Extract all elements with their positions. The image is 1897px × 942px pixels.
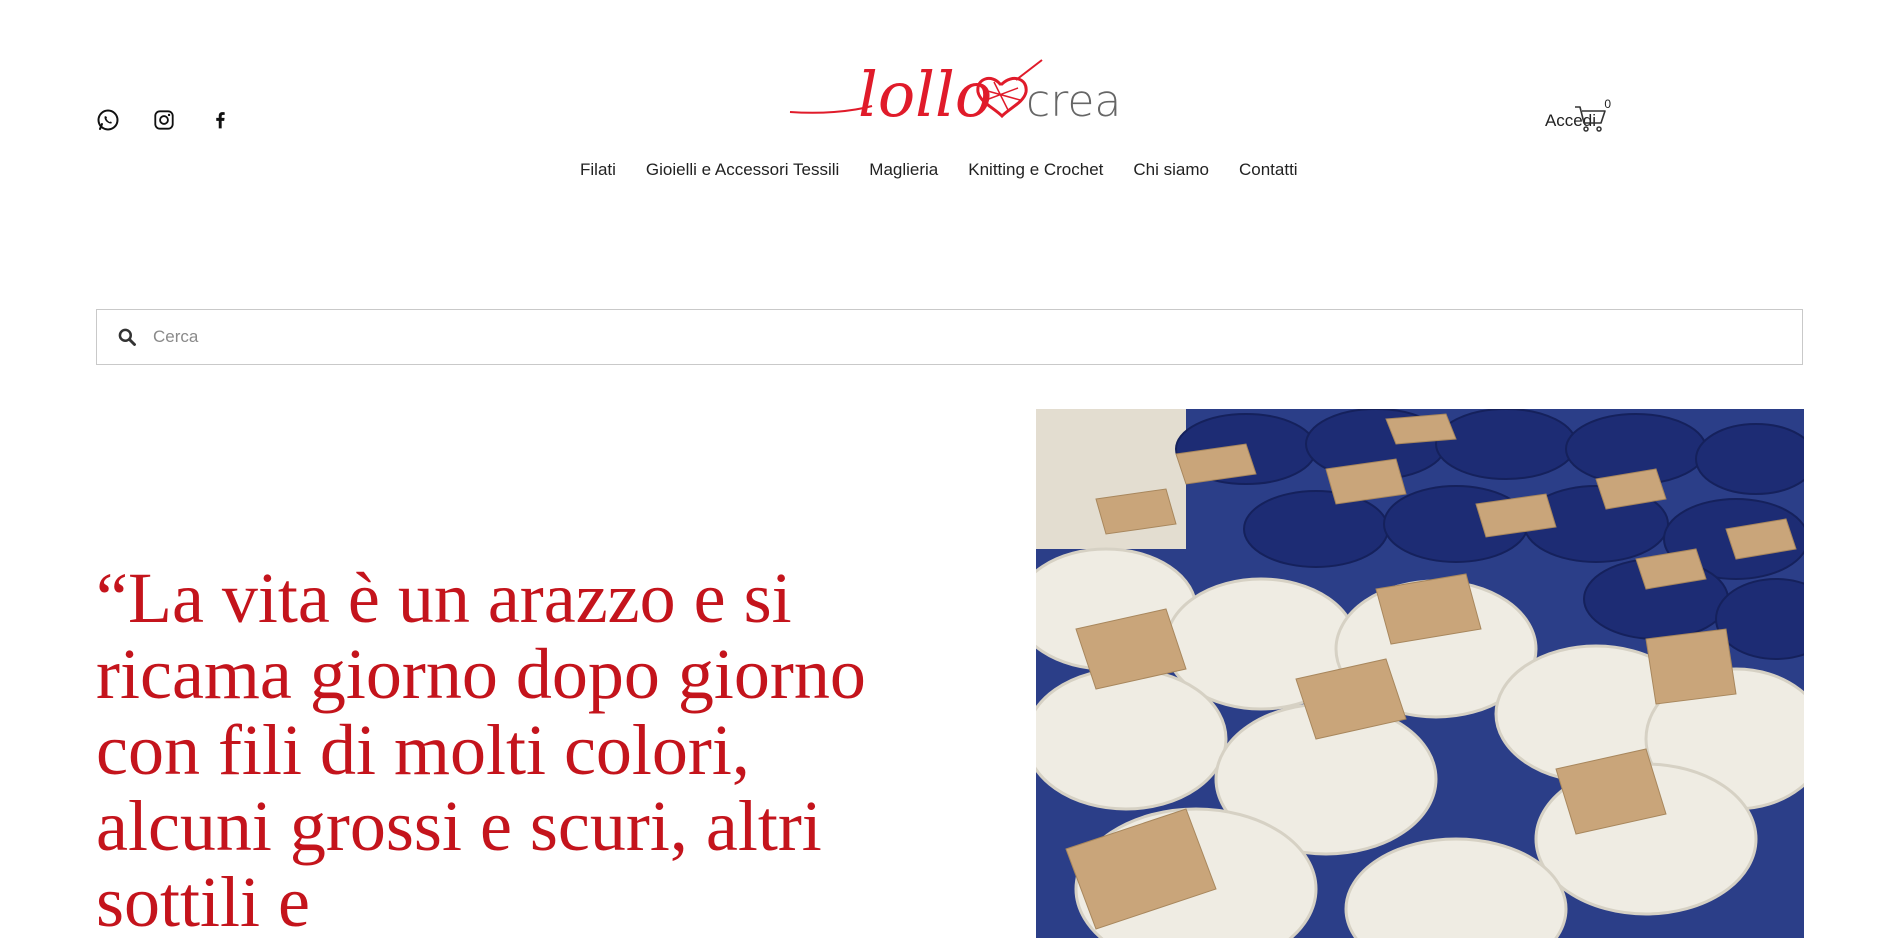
hero-quote: “La vita è un arazzo e si ricama giorno … bbox=[96, 558, 866, 942]
logo-text-lollo: lollo bbox=[858, 58, 992, 128]
hero-yarn-image bbox=[1036, 409, 1804, 938]
social-links bbox=[96, 108, 232, 132]
whatsapp-icon[interactable] bbox=[96, 108, 120, 132]
nav-item-maglieria[interactable]: Maglieria bbox=[869, 160, 938, 180]
search-input[interactable] bbox=[151, 326, 1755, 348]
nav-item-filati[interactable]: Filati bbox=[580, 160, 616, 180]
main-nav: Filati Gioielli e Accessori Tessili Magl… bbox=[580, 160, 1298, 180]
site-logo[interactable]: lollo crea bbox=[780, 48, 1121, 131]
search-bar bbox=[96, 309, 1803, 365]
nav-item-gioielli[interactable]: Gioielli e Accessori Tessili bbox=[646, 160, 839, 180]
nav-item-contatti[interactable]: Contatti bbox=[1239, 160, 1298, 180]
logo-text-crea: crea bbox=[1026, 76, 1120, 127]
nav-item-knitting[interactable]: Knitting e Crochet bbox=[968, 160, 1103, 180]
instagram-icon[interactable] bbox=[152, 108, 176, 132]
nav-item-chi-siamo[interactable]: Chi siamo bbox=[1133, 160, 1209, 180]
search-icon bbox=[115, 325, 139, 349]
cart-icon[interactable] bbox=[1574, 104, 1608, 134]
cart-count-badge: 0 bbox=[1604, 97, 1611, 111]
facebook-icon[interactable] bbox=[208, 108, 232, 132]
